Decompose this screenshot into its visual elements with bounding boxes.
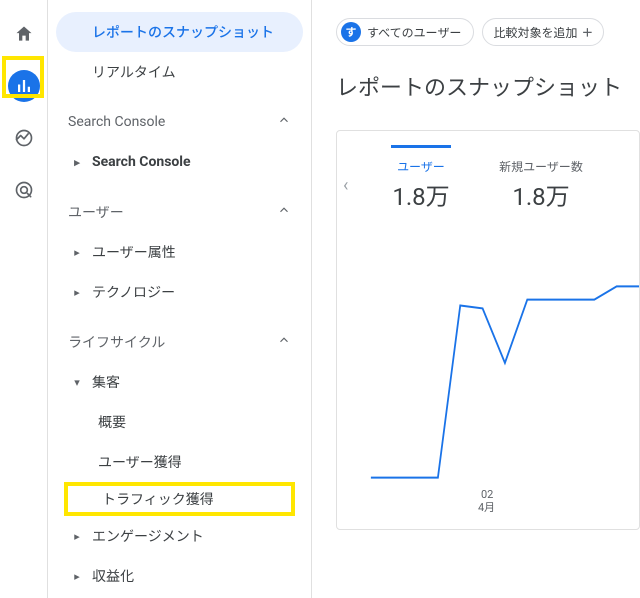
reports-icon[interactable] [8,70,40,102]
nav-monetization[interactable]: ▸ 収益化 [56,556,303,596]
caret-right-icon: ▸ [68,156,86,169]
nav-realtime[interactable]: リアルタイム [56,52,303,92]
section-label: Search Console [68,114,165,130]
chip-label: 比較対象を追加 [493,24,577,41]
page-title: レポートのスナップショット [336,70,640,102]
active-tab-indicator [391,145,451,148]
nav-panel: レポートのスナップショット リアルタイム Search Console ▸ Se… [48,0,312,598]
nav-traffic-acquisition[interactable]: トラフィック獲得 [64,482,295,516]
nav-label: 集客 [92,372,120,392]
nav-overview[interactable]: 概要 [56,402,303,442]
caret-right-icon: ▸ [68,286,86,299]
advertising-icon[interactable] [8,174,40,206]
plus-icon: ＋ [581,24,593,41]
metric-new-users[interactable]: 新規ユーザー数 1.8万 [495,145,615,212]
nav-label: ユーザー属性 [92,242,176,262]
home-icon[interactable] [8,18,40,50]
section-label: ユーザー [68,202,124,222]
nav-section-search-console[interactable]: Search Console [56,102,303,142]
nav-snapshot[interactable]: レポートのスナップショット [56,12,303,52]
nav-section-user[interactable]: ユーザー [56,192,303,232]
metric-value: 1.8万 [495,177,587,212]
chevron-up-icon [277,113,291,131]
nav-section-lifecycle[interactable]: ライフサイクル [56,322,303,362]
nav-label: ユーザー獲得 [98,452,182,472]
nav-label: レポートのスナップショット [92,22,274,42]
metric-label: ユーザー [375,158,467,175]
filter-chips: す すべてのユーザー 比較対象を追加 ＋ [336,18,640,46]
metric-card: ‹ ユーザー 1.8万 新規ユーザー数 1.8万 02 4月 09 [336,130,640,530]
nav-label: エンゲージメント [92,526,204,546]
chip-label: すべてのユーザー [367,24,461,41]
metric-value: 1.8万 [375,177,467,212]
nav-label: リアルタイム [92,62,176,82]
chip-all-users[interactable]: す すべてのユーザー [336,18,474,46]
nav-label: テクノロジー [92,282,175,302]
main-area: す すべてのユーザー 比較対象を追加 ＋ レポートのスナップショット ‹ ユーザ… [312,0,640,598]
line-chart: 02 4月 09 [353,269,639,529]
nav-label: Search Console [92,154,191,170]
chip-badge-icon: す [341,22,361,42]
nav-search-console[interactable]: ▸ Search Console [56,142,303,182]
nav-user-attributes[interactable]: ▸ ユーザー属性 [56,232,303,272]
caret-right-icon: ▸ [68,246,86,259]
nav-label: トラフィック獲得 [102,489,214,509]
metric-label: 新規ユーザー数 [495,158,587,175]
explore-icon[interactable] [8,122,40,154]
chevron-up-icon [277,333,291,351]
nav-engagement[interactable]: ▸ エンゲージメント [56,516,303,556]
left-rail [0,0,48,598]
chip-add-compare[interactable]: 比較対象を追加 ＋ [482,18,604,46]
caret-right-icon: ▸ [68,570,86,583]
section-label: ライフサイクル [68,332,165,352]
nav-label: 収益化 [92,566,134,586]
chevron-up-icon [277,203,291,221]
nav-label: 概要 [98,412,126,432]
x-tick-sub: 4月 [478,499,495,515]
metric-tabs: ‹ ユーザー 1.8万 新規ユーザー数 1.8万 [337,139,639,212]
caret-down-icon: ▾ [68,376,86,389]
chevron-left-icon[interactable]: ‹ [343,175,348,196]
nav-acquisition[interactable]: ▾ 集客 [56,362,303,402]
caret-right-icon: ▸ [68,530,86,543]
nav-user-acquisition[interactable]: ユーザー獲得 [56,442,303,482]
nav-technology[interactable]: ▸ テクノロジー [56,272,303,312]
metric-users[interactable]: ユーザー 1.8万 [375,145,495,212]
